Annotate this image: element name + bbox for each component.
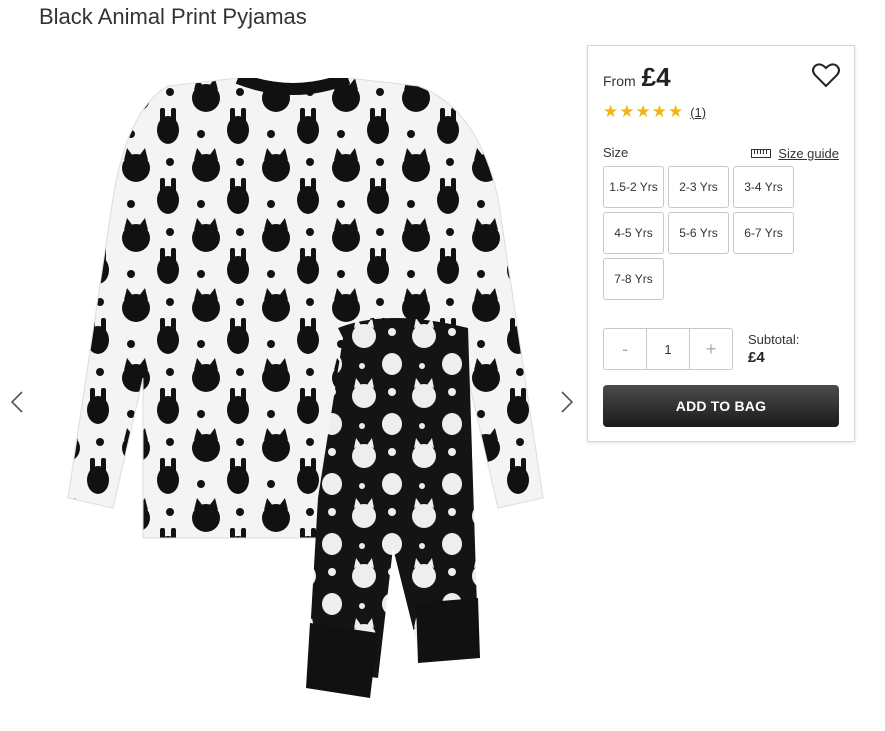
chevron-left-icon bbox=[10, 391, 23, 413]
rating: ★★★★★ (1) bbox=[603, 102, 706, 122]
size-options: 1.5-2 Yrs 2-3 Yrs 3-4 Yrs 4-5 Yrs 5-6 Yr… bbox=[603, 166, 803, 300]
quantity-stepper: - + bbox=[603, 328, 733, 370]
purchase-panel: From £4 ★★★★★ (1) Size Size guide 1.5-2 … bbox=[587, 45, 855, 442]
size-guide-link[interactable]: Size guide bbox=[751, 146, 839, 161]
product-gallery bbox=[0, 50, 590, 730]
decrease-quantity-button[interactable]: - bbox=[604, 329, 646, 369]
add-to-bag-button[interactable]: ADD TO BAG bbox=[603, 385, 839, 427]
prev-image-button[interactable] bbox=[6, 390, 30, 414]
quantity-input[interactable] bbox=[646, 329, 690, 369]
size-option[interactable]: 3-4 Yrs bbox=[733, 166, 794, 208]
size-guide-label: Size guide bbox=[778, 146, 839, 161]
size-option[interactable]: 2-3 Yrs bbox=[668, 166, 729, 208]
chevron-right-icon bbox=[561, 391, 574, 413]
subtotal-label: Subtotal: bbox=[748, 332, 800, 347]
size-option[interactable]: 6-7 Yrs bbox=[733, 212, 794, 254]
ruler-icon bbox=[751, 149, 772, 158]
price: £4 bbox=[641, 62, 671, 92]
from-label: From bbox=[603, 73, 636, 89]
size-option[interactable]: 4-5 Yrs bbox=[603, 212, 664, 254]
subtotal-value: £4 bbox=[748, 349, 765, 366]
size-option[interactable]: 1.5-2 Yrs bbox=[603, 166, 664, 208]
heart-icon bbox=[812, 63, 840, 88]
star-rating: ★★★★★ bbox=[603, 102, 685, 121]
next-image-button[interactable] bbox=[554, 390, 578, 414]
size-option[interactable]: 7-8 Yrs bbox=[603, 258, 664, 300]
wishlist-button[interactable] bbox=[812, 62, 840, 88]
size-option[interactable]: 5-6 Yrs bbox=[668, 212, 729, 254]
price-row: From £4 bbox=[603, 62, 671, 93]
reviews-link[interactable]: (1) bbox=[690, 105, 706, 120]
increase-quantity-button[interactable]: + bbox=[690, 329, 732, 369]
size-label: Size bbox=[603, 145, 629, 160]
product-image bbox=[67, 78, 544, 698]
subtotal: Subtotal: £4 bbox=[748, 331, 799, 367]
product-title: Black Animal Print Pyjamas bbox=[39, 4, 307, 29]
